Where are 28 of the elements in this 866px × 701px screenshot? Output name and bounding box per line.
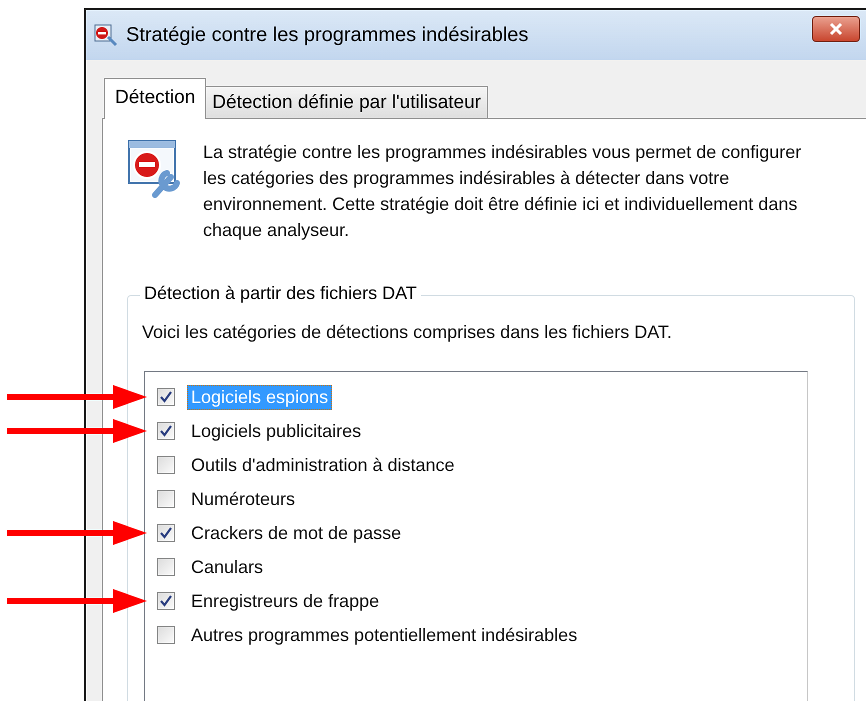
app-icon [94,23,118,47]
category-label[interactable]: Crackers de mot de passe [187,520,406,546]
checkmark-icon [160,425,172,437]
tab[interactable]: Détection [104,78,206,119]
checkbox[interactable] [157,558,175,576]
checkbox[interactable] [157,388,175,406]
checkbox[interactable] [157,422,175,440]
checkmark-icon [160,391,172,403]
checkbox[interactable] [157,626,175,644]
category-label[interactable]: Outils d'administration à distance [187,452,459,478]
checkbox[interactable] [157,490,175,508]
category-label[interactable]: Enregistreurs de frappe [187,588,384,614]
checkmark-icon [160,595,172,607]
window-title: Stratégie contre les programmes indésirables [126,24,528,46]
tab[interactable]: Détection définie par l'utilisateur [205,86,488,118]
checkbox[interactable] [157,456,175,474]
checkbox[interactable] [157,592,175,610]
category-label[interactable]: Numéroteurs [187,486,300,512]
group-caption: Voici les catégories de détections comprises dans les fichiers DAT. [142,322,673,343]
category-label[interactable]: Autres programmes potentiellement indésirables [187,622,582,648]
checkmark-icon [160,527,172,539]
description-text: La stratégie contre les programmes indésirables vous permet de configurer les catégories des programmes indésirables à détecter dans votre environnement. Cette stratégie doit être définie ici et individuellement dans chaque analyseur. [203,141,802,242]
group-title: Détection à partir des fichiers DAT [140,283,421,304]
category-label[interactable]: Canulars [187,554,268,580]
close-icon [828,22,844,36]
close-button[interactable] [812,16,860,42]
category-label[interactable]: Logiciels publicitaires [187,418,366,444]
checkbox[interactable] [157,524,175,542]
